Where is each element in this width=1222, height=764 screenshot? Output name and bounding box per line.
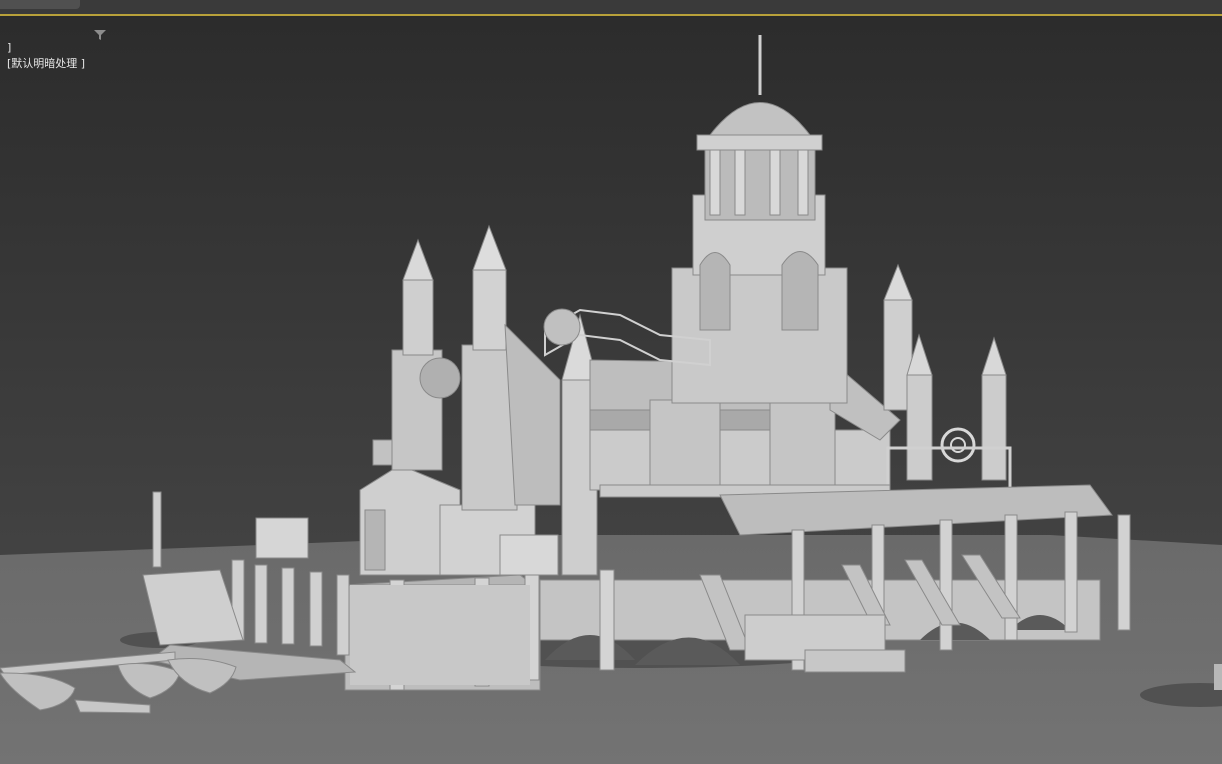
viewport-tab[interactable] [0,0,80,9]
shading-mode-label[interactable]: [默认明暗处理 ] [7,57,85,70]
partial-object [1214,664,1222,690]
filter-icon[interactable] [94,26,106,40]
viewport-label[interactable]: ] [默认明暗处理 ] [0,24,85,70]
3d-viewport[interactable] [0,18,1222,764]
viewport-bracket: ] [7,41,12,54]
viewport-top-bar [0,0,1222,16]
